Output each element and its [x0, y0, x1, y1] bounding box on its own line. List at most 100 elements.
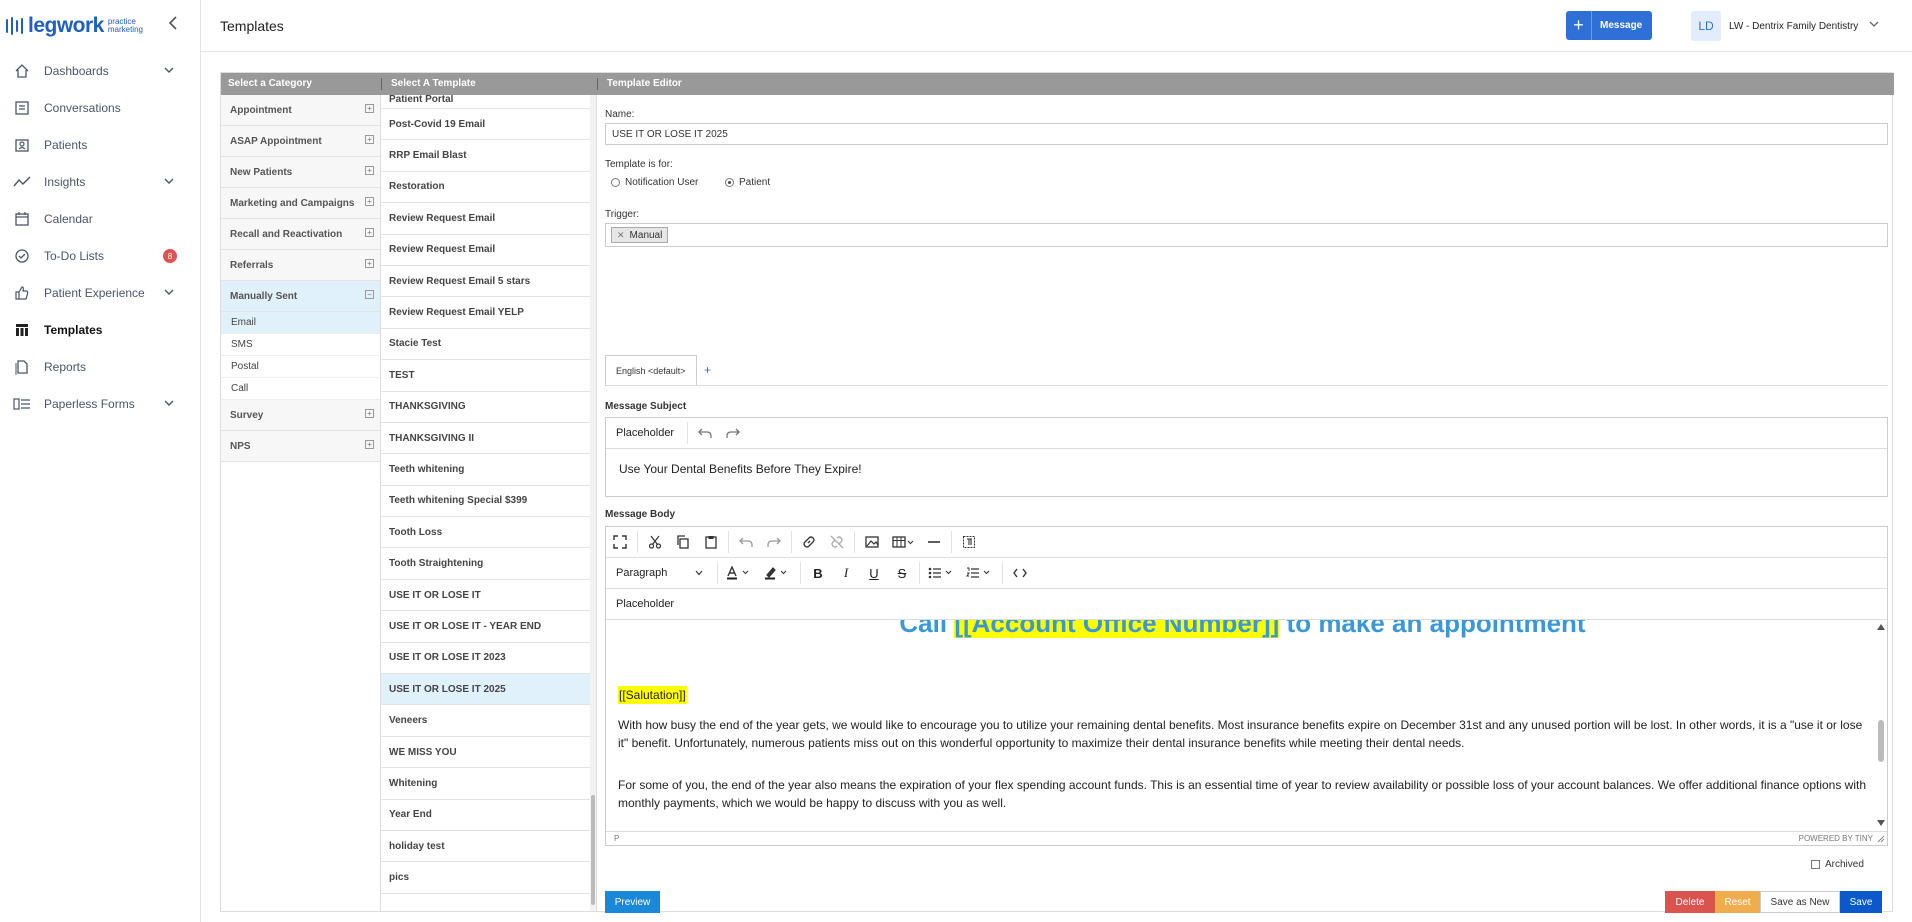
scrollbar-thumb[interactable]	[1878, 720, 1884, 762]
category-asap-appointment[interactable]: ASAP Appointment +	[221, 126, 380, 157]
link-icon[interactable]	[795, 527, 823, 558]
delete-button[interactable]: Delete	[1665, 891, 1715, 913]
checkbox-box[interactable]	[1811, 860, 1820, 869]
template-item[interactable]: Teeth whitening Special $399	[381, 486, 596, 518]
trigger-input[interactable]: ✕ Manual	[605, 223, 1888, 247]
fullscreen-icon[interactable]	[606, 527, 634, 558]
save-button[interactable]: Save	[1840, 891, 1882, 913]
add-language-tab-button[interactable]: +	[697, 355, 719, 385]
element-path[interactable]: P	[614, 834, 619, 843]
new-message-button[interactable]: + Message	[1566, 11, 1652, 40]
chevron-down-icon[interactable]	[163, 175, 175, 187]
radio-circle-checked[interactable]	[725, 178, 734, 187]
expand-icon[interactable]: +	[365, 228, 374, 237]
chevron-down-icon[interactable]	[163, 397, 175, 409]
highlight-color-icon[interactable]	[759, 558, 797, 589]
expand-icon[interactable]: +	[365, 440, 374, 449]
template-item[interactable]: Post-Covid 19 Email	[381, 109, 596, 141]
category-referrals[interactable]: Referrals +	[221, 250, 380, 281]
subject-placeholder-button[interactable]: Placeholder	[606, 418, 684, 449]
expand-icon[interactable]: +	[365, 259, 374, 268]
template-item[interactable]: Review Request Email	[381, 203, 596, 235]
bullet-list-icon[interactable]	[923, 558, 961, 589]
template-item[interactable]: Tooth Straightening	[381, 548, 596, 580]
radio-circle[interactable]	[611, 178, 620, 187]
template-item[interactable]: Review Request Email	[381, 235, 596, 266]
table-insert-icon[interactable]	[886, 527, 920, 558]
template-item[interactable]: Whitening	[381, 768, 596, 800]
copy-icon[interactable]	[669, 527, 697, 558]
tab-english-default[interactable]: English <default>	[605, 355, 697, 385]
template-item[interactable]: Stacie Test	[381, 329, 596, 361]
source-code-icon[interactable]	[1006, 558, 1034, 589]
nav-item-insights[interactable]: Insights	[0, 163, 200, 200]
template-item[interactable]: Teeth whitening	[381, 454, 596, 486]
nav-item-patient-experience[interactable]: Patient Experience	[0, 274, 200, 311]
redo-icon[interactable]	[760, 527, 788, 558]
nav-item-dashboards[interactable]: Dashboards	[0, 52, 200, 89]
expand-icon[interactable]: +	[365, 197, 374, 206]
underline-icon[interactable]: U	[860, 558, 888, 589]
text-color-icon[interactable]	[721, 558, 759, 589]
redo-icon[interactable]	[719, 418, 747, 449]
nav-item-reports[interactable]: Reports	[0, 348, 200, 385]
nav-item-patients[interactable]: Patients	[0, 126, 200, 163]
category-recall-reactivation[interactable]: Recall and Reactivation +	[221, 219, 380, 250]
category-new-patients[interactable]: New Patients +	[221, 157, 380, 188]
expand-icon[interactable]: +	[365, 166, 374, 175]
nav-item-calendar[interactable]: Calendar	[0, 200, 200, 237]
block-format-select[interactable]: Paragraph	[606, 558, 714, 589]
collapse-sidebar-icon[interactable]	[168, 16, 178, 35]
template-item[interactable]: Year End	[381, 800, 596, 831]
radio-patient[interactable]: Patient	[725, 177, 770, 188]
account-switcher[interactable]: LD LW - Dentrix Family Dentistry	[1691, 11, 1880, 41]
undo-icon[interactable]	[691, 418, 719, 449]
template-item[interactable]: USE IT OR LOSE IT 2023	[381, 643, 596, 675]
template-item[interactable]: RRP Email Blast	[381, 140, 596, 172]
template-item[interactable]: Patient Portal	[381, 95, 596, 109]
nav-item-todo-lists[interactable]: To-Do Lists 8	[0, 237, 200, 274]
subcategory-sms[interactable]: SMS	[221, 334, 380, 356]
template-item[interactable]: USE IT OR LOSE IT - YEAR END	[381, 611, 596, 643]
template-item[interactable]: holiday test	[381, 831, 596, 863]
template-item[interactable]: THANKSGIVING	[381, 392, 596, 423]
archived-checkbox[interactable]: Archived	[1811, 859, 1864, 870]
template-item[interactable]: WE MISS YOU	[381, 737, 596, 769]
numbered-list-icon[interactable]	[961, 558, 999, 589]
subcategory-call[interactable]: Call	[221, 378, 380, 400]
unlink-icon[interactable]	[823, 527, 851, 558]
nav-item-conversations[interactable]: Conversations	[0, 89, 200, 126]
template-item[interactable]: THANKSGIVING II	[381, 423, 596, 455]
paste-icon[interactable]	[697, 527, 725, 558]
collapse-icon[interactable]: −	[365, 290, 374, 299]
expand-icon[interactable]: +	[365, 409, 374, 418]
radio-notification-user[interactable]: Notification User	[611, 177, 698, 188]
preview-button[interactable]: Preview	[605, 891, 660, 913]
category-manually-sent[interactable]: Manually Sent −	[221, 281, 380, 312]
template-item[interactable]: Tooth Loss	[381, 517, 596, 549]
undo-icon[interactable]	[732, 527, 760, 558]
image-icon[interactable]	[858, 527, 886, 558]
nav-item-paperless-forms[interactable]: Paperless Forms	[0, 385, 200, 422]
scrollbar-thumb[interactable]	[591, 795, 595, 905]
expand-icon[interactable]: +	[365, 135, 374, 144]
remove-chip-icon[interactable]: ✕	[617, 230, 625, 241]
strikethrough-icon[interactable]: S	[888, 558, 916, 589]
category-appointment[interactable]: Appointment +	[221, 95, 380, 126]
save-as-new-button[interactable]: Save as New	[1760, 891, 1840, 913]
italic-icon[interactable]: I	[832, 558, 860, 589]
template-list-scrollbar[interactable]	[590, 95, 596, 911]
template-item[interactable]: pics	[381, 862, 596, 894]
show-blocks-icon[interactable]	[955, 527, 983, 558]
horizontal-rule-icon[interactable]	[920, 527, 948, 558]
category-nps[interactable]: NPS +	[221, 431, 380, 462]
template-item[interactable]: Veneers	[381, 705, 596, 737]
template-item[interactable]: Review Request Email YELP	[381, 297, 596, 329]
cut-icon[interactable]	[641, 527, 669, 558]
template-item[interactable]: USE IT OR LOSE IT 2025	[381, 674, 596, 706]
category-marketing-campaigns[interactable]: Marketing and Campaigns +	[221, 188, 380, 219]
body-content[interactable]: Call [[Account Office Number]] to make a…	[606, 620, 1879, 830]
brand-logo[interactable]: legwork practice marketing	[6, 14, 152, 38]
template-list[interactable]: Patient Portal Post-Covid 19 Email RRP Em…	[381, 95, 597, 911]
subcategory-email[interactable]: Email	[221, 312, 380, 334]
